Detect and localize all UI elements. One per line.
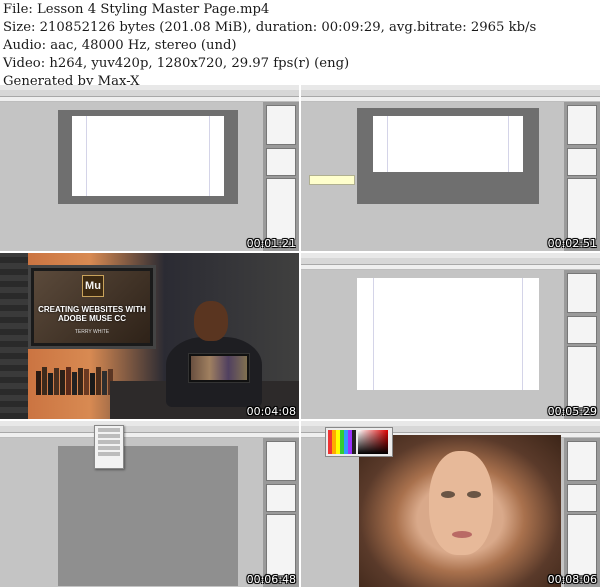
panels-column: [263, 102, 299, 251]
page: [373, 116, 523, 172]
timestamp: 00:05:29: [547, 405, 597, 418]
design-canvas: [301, 270, 564, 419]
color-picker[interactable]: [325, 427, 393, 457]
audio-info-line: Audio: aac, 48000 Hz, stereo (und): [3, 38, 237, 53]
panel-box: [266, 148, 296, 176]
thumbnail-3[interactable]: Mu CREATING WEBSITES WITH ADOBE MUSE CC …: [0, 253, 299, 419]
wall-tv: Mu CREATING WEBSITES WITH ADOBE MUSE CC …: [28, 265, 156, 349]
file-info-header: File: Lesson 4 Styling Master Page.mp4 S…: [3, 1, 597, 91]
laptop: [188, 353, 250, 383]
tv-screen: Mu CREATING WEBSITES WITH ADOBE MUSE CC …: [34, 271, 150, 343]
file-name-line: File: Lesson 4 Styling Master Page.mp4: [3, 2, 270, 17]
presenter-name: TERRY WHITE: [74, 329, 110, 335]
panel-box: [567, 484, 597, 512]
file-size-line: Size: 210852126 bytes (201.08 MiB), dura…: [3, 20, 537, 35]
column-guides: [373, 278, 523, 390]
panels-column: [564, 102, 600, 251]
design-canvas: [0, 102, 263, 251]
timestamp: 00:02:51: [547, 237, 597, 250]
lips: [452, 531, 472, 538]
dropdown-menu[interactable]: [94, 425, 124, 469]
panels-column: [263, 438, 299, 587]
color-spectrum[interactable]: [358, 430, 388, 454]
video-info-line: Video: h264, yuv420p, 1280x720, 29.97 fp…: [3, 56, 350, 71]
column-guides: [387, 116, 509, 172]
swatch-grid[interactable]: [328, 430, 356, 454]
panel-box: [567, 105, 597, 145]
presenter: [160, 301, 270, 407]
laptop-screen: [191, 356, 247, 380]
thumbnail-5[interactable]: 00:06:48: [0, 421, 299, 587]
thumbnail-2[interactable]: 00:02:51: [301, 85, 600, 251]
panel-box: [567, 178, 597, 240]
timestamp: 00:01:21: [246, 237, 296, 250]
panel-box: [266, 484, 296, 512]
page: [357, 278, 539, 390]
page-frame: [58, 110, 238, 204]
tooltip: [309, 175, 355, 185]
panel-box: [567, 273, 597, 313]
thumbnail-grid: 00:01:21 00:02:51 Mu CREATING WEBSITES W…: [0, 85, 600, 587]
muse-logo: Mu: [82, 275, 104, 297]
toolbar: [0, 90, 299, 97]
timestamp: 00:08:06: [547, 573, 597, 586]
panel-box: [567, 148, 597, 176]
panel-box: [266, 105, 296, 145]
panel-box: [567, 514, 597, 576]
toolbar: [0, 426, 299, 433]
panel-box: [567, 346, 597, 408]
panel-box: [266, 514, 296, 576]
face: [429, 451, 493, 555]
panels-column: [564, 270, 600, 419]
thumbnail-4[interactable]: 00:05:29: [301, 253, 600, 419]
toolbar: [301, 258, 600, 265]
design-canvas: [301, 102, 564, 251]
thumbnail-6[interactable]: 00:08:06: [301, 421, 600, 587]
right-eye: [467, 491, 481, 498]
design-canvas: [0, 438, 263, 587]
panel-box: [567, 316, 597, 344]
presenter-head: [194, 301, 228, 341]
timestamp: 00:04:08: [246, 405, 296, 418]
panel-box: [266, 441, 296, 481]
acoustic-foam: [0, 253, 28, 419]
column-guides: [86, 116, 210, 196]
portrait-photo: [359, 435, 561, 587]
page-frame: [357, 108, 539, 204]
page-frame: [58, 446, 238, 586]
panels-column: [564, 438, 600, 587]
panel-box: [567, 441, 597, 481]
timestamp: 00:06:48: [246, 573, 296, 586]
thumbnail-1[interactable]: 00:01:21: [0, 85, 299, 251]
toolbar: [301, 90, 600, 97]
course-title: CREATING WEBSITES WITH ADOBE MUSE CC: [38, 305, 146, 323]
left-eye: [441, 491, 455, 498]
page: [72, 116, 224, 196]
panel-box: [266, 178, 296, 240]
